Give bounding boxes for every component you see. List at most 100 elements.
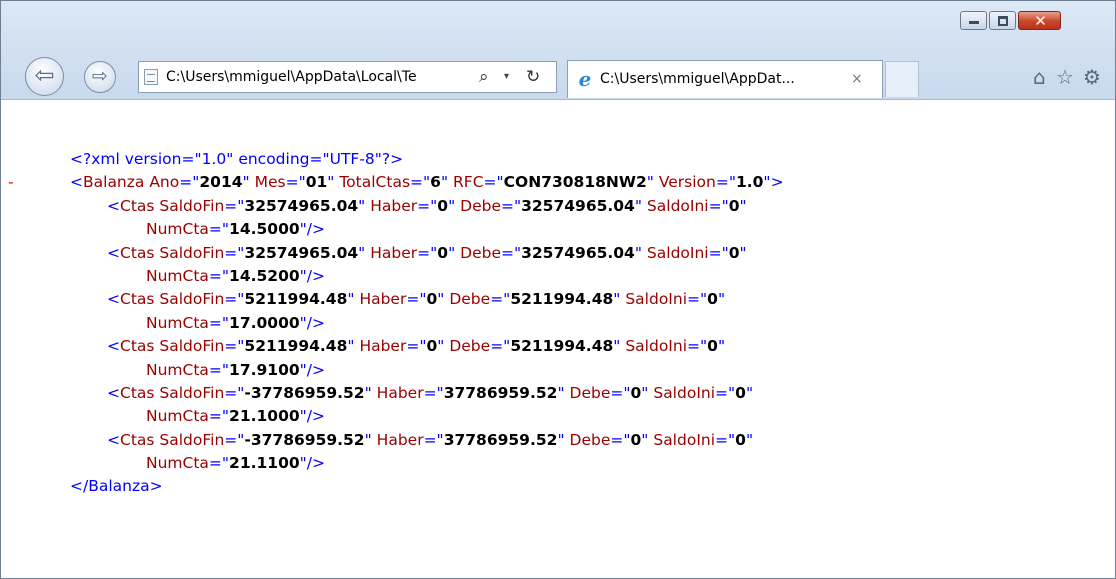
attr-name: RFC [448,173,484,192]
element-tag: Ctas [120,383,155,402]
attr-name: SaldoFin [154,196,225,215]
attr-value: 5211994.48 [244,337,348,356]
attr-value: 0 [735,383,746,402]
attr-name: Debe [455,196,501,215]
attr-name: Haber [354,337,407,356]
search-icon[interactable]: ⌕ [479,65,489,89]
attr-name: Haber [365,196,418,215]
attr-value: 01 [305,173,328,192]
element-tag: Ctas [120,337,155,356]
attr-name: NumCta [146,266,209,285]
attr-name: Debe [444,290,491,309]
favorites-icon[interactable]: ☆ [1056,64,1074,90]
new-tab-button[interactable] [885,61,919,97]
attr-value: 6 [430,173,441,192]
attr-name: NumCta [146,313,209,332]
xml-tree: <?xml version="1.0" encoding="UTF-8"?> -… [1,148,784,499]
attr-value: 21.1000 [229,407,300,426]
attr-value: -37786959.52 [244,383,365,402]
attr-name: SaldoIni [648,383,716,402]
collapse-toggle[interactable]: - [1,171,70,194]
back-button[interactable]: ⇦ [25,57,64,96]
attr-value: 14.5000 [229,220,300,239]
tab-xml-file[interactable]: e C:\Users\mmiguel\AppDat... × [567,60,883,98]
attr-value: 0 [630,383,642,402]
attr-name: SaldoIni [642,196,709,215]
attr-value: 32574965.04 [521,196,635,215]
attr-name: SaldoFin [154,337,225,356]
ctas-element: <Ctas SaldoFin="32574965.04" Haber="0" D… [107,196,747,215]
xml-root-close: </Balanza> [70,477,163,496]
close-button[interactable]: ✕ [1018,11,1061,30]
back-arrow-icon: ⇦ [34,61,55,89]
attr-name: TotalCtas [334,173,411,192]
ctas-element-cont: NumCta="14.5000"/> [146,220,326,239]
attr-value: CON730818NW2 [503,173,647,192]
attr-name: SaldoFin [154,290,225,309]
attr-name: SaldoFin [154,243,225,262]
element-tag: Ctas [120,243,155,262]
attr-value: 0 [728,196,740,215]
refresh-icon[interactable]: ↻ [526,64,540,90]
attr-value: 14.5200 [229,266,300,285]
attr-name: SaldoFin [154,383,225,402]
minimize-button[interactable] [960,11,987,30]
attr-name: Haber [371,383,424,402]
forward-arrow-icon: ⇨ [92,65,108,87]
attr-name: NumCta [146,407,209,426]
attr-value: 0 [707,337,718,356]
attr-value: 0 [437,196,449,215]
browser-window: ✕ ⇦ ⇨ C:\Users\mmiguel\AppData\Local\Te … [0,0,1116,579]
attr-value: 1.0 [735,173,764,192]
attr-name: Debe [444,337,491,356]
attr-value: 21.1100 [229,454,300,473]
attr-name: Haber [365,243,418,262]
ctas-element: <Ctas SaldoFin="32574965.04" Haber="0" D… [107,243,747,262]
attr-name: SaldoIni [642,243,709,262]
attr-value: 0 [728,243,740,262]
attr-value: -37786959.52 [244,430,365,449]
ctas-element-cont: NumCta="17.9100"/> [146,360,326,379]
ctas-element-cont: NumCta="21.1100"/> [146,454,326,473]
attr-name: NumCta [146,360,209,379]
attr-name: Mes [249,173,286,192]
minimize-icon [969,21,979,24]
attr-name: Debe [564,383,611,402]
chevron-down-icon[interactable]: ▾ [504,66,509,88]
maximize-icon [998,16,1008,26]
attr-value: 5211994.48 [510,290,614,309]
attr-value: 37786959.52 [443,430,558,449]
attr-value: 0 [437,243,449,262]
close-icon: ✕ [1034,12,1047,30]
attr-value: 17.0000 [229,313,300,332]
attr-value: 2014 [199,173,243,192]
ie-icon: e [578,67,592,91]
root-tag: Balanza [83,173,145,192]
attr-value: 32574965.04 [244,243,359,262]
tab-label: C:\Users\mmiguel\AppDat... [600,71,795,87]
maximize-button[interactable] [989,11,1016,30]
xml-declaration: <?xml version="1.0" encoding="UTF-8"?> [70,150,404,168]
ctas-element-cont: NumCta="21.1000"/> [146,407,326,426]
address-url[interactable]: C:\Users\mmiguel\AppData\Local\Te [166,62,472,92]
address-bar[interactable]: C:\Users\mmiguel\AppData\Local\Te ⌕ ▾ ↻ [138,61,557,93]
ctas-element: <Ctas SaldoFin="5211994.48" Haber="0" De… [107,337,726,356]
ctas-element: <Ctas SaldoFin="-37786959.52" Haber="377… [107,430,754,449]
attr-value: 0 [426,290,438,309]
forward-button[interactable]: ⇨ [84,61,116,93]
attr-name: SaldoIni [620,290,688,309]
attr-name: NumCta [146,220,209,239]
element-tag: Ctas [120,290,155,309]
page-icon [144,69,158,85]
tab-close-icon[interactable]: × [851,69,863,89]
attr-name: NumCta [146,454,209,473]
attr-name: SaldoIni [648,430,716,449]
attr-name: Debe [455,243,501,262]
attr-value: 5211994.48 [244,290,348,309]
gear-icon[interactable]: ⚙ [1083,64,1101,90]
xml-root-open: - <Balanza Ano="2014" Mes="01" TotalCtas=… [1,171,784,194]
attr-value: 32574965.04 [244,196,359,215]
attr-value: 0 [707,290,718,309]
ctas-list: <Ctas SaldoFin="32574965.04" Haber="0" D… [1,195,784,476]
home-icon[interactable]: ⌂ [1033,64,1046,90]
